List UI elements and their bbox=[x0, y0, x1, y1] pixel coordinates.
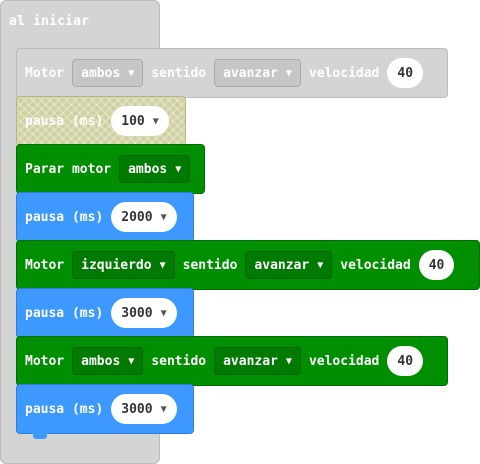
pause-block[interactable]: pausa (ms) 3000 ▼ bbox=[16, 288, 194, 343]
dropdown-value: avanzar bbox=[254, 257, 310, 273]
motor-direction-dropdown[interactable]: avanzar ▼ bbox=[214, 59, 301, 87]
caret-down-icon: ▼ bbox=[159, 259, 166, 271]
pause-block[interactable]: pausa (ms) 2000 ▼ bbox=[16, 192, 194, 247]
caret-down-icon: ▼ bbox=[160, 403, 167, 415]
pause-label: pausa (ms) bbox=[25, 401, 104, 417]
direction-label: sentido bbox=[182, 257, 238, 273]
motor-direction-dropdown[interactable]: avanzar ▼ bbox=[214, 347, 301, 375]
direction-label: sentido bbox=[151, 65, 207, 81]
stop-motor-label: Parar motor bbox=[25, 161, 112, 177]
direction-label: sentido bbox=[151, 353, 207, 369]
motor-block[interactable]: Motor izquierdo ▼ sentido avanzar ▼ velo… bbox=[16, 240, 480, 295]
dropdown-value: 3000 bbox=[121, 305, 153, 321]
motor-block-disabled[interactable]: Motor ambos ▼ sentido avanzar ▼ velocida… bbox=[16, 48, 448, 103]
caret-down-icon: ▼ bbox=[160, 211, 167, 223]
speed-label: velocidad bbox=[308, 65, 380, 81]
speed-input[interactable]: 40 bbox=[418, 250, 455, 280]
dropdown-value: avanzar bbox=[223, 65, 278, 81]
caret-down-icon: ▼ bbox=[285, 355, 292, 367]
caret-down-icon: ▼ bbox=[317, 259, 324, 271]
motor-label: Motor bbox=[25, 65, 65, 81]
motor-label: Motor bbox=[25, 257, 65, 273]
caret-down-icon: ▼ bbox=[175, 163, 182, 175]
pause-label: pausa (ms) bbox=[25, 113, 104, 129]
pause-block-selected[interactable]: pausa (ms) 100 ▼ bbox=[16, 96, 186, 146]
motor-side-dropdown[interactable]: izquierdo ▼ bbox=[72, 251, 175, 279]
caret-down-icon: ▼ bbox=[160, 307, 167, 319]
stop-side-dropdown[interactable]: ambos ▼ bbox=[119, 155, 191, 183]
motor-side-dropdown[interactable]: ambos ▼ bbox=[72, 59, 144, 87]
pause-value-dropdown[interactable]: 3000 ▼ bbox=[111, 394, 177, 424]
motor-label: Motor bbox=[25, 353, 65, 369]
event-title: al iniciar bbox=[9, 14, 90, 29]
speed-label: velocidad bbox=[308, 353, 380, 369]
speed-input[interactable]: 40 bbox=[387, 58, 424, 88]
dropdown-value: 2000 bbox=[121, 209, 153, 225]
caret-down-icon: ▼ bbox=[285, 67, 292, 79]
motor-direction-dropdown[interactable]: avanzar ▼ bbox=[245, 251, 333, 279]
motor-block[interactable]: Motor ambos ▼ sentido avanzar ▼ velocida… bbox=[16, 336, 448, 391]
dropdown-value: izquierdo bbox=[81, 257, 152, 273]
motor-side-dropdown[interactable]: ambos ▼ bbox=[72, 347, 144, 375]
pause-value-dropdown[interactable]: 3000 ▼ bbox=[111, 298, 177, 328]
caret-down-icon: ▼ bbox=[128, 355, 135, 367]
pause-value-dropdown[interactable]: 100 ▼ bbox=[111, 106, 169, 136]
pause-label: pausa (ms) bbox=[25, 209, 104, 225]
pause-value-dropdown[interactable]: 2000 ▼ bbox=[111, 202, 177, 232]
dropdown-value: 3000 bbox=[121, 401, 153, 417]
speed-label: velocidad bbox=[340, 257, 411, 273]
dropdown-value: 100 bbox=[121, 113, 145, 129]
caret-down-icon: ▼ bbox=[152, 115, 159, 127]
dropdown-value: ambos bbox=[81, 65, 121, 81]
pause-label: pausa (ms) bbox=[25, 305, 104, 321]
dropdown-value: avanzar bbox=[223, 353, 278, 369]
dropdown-value: ambos bbox=[128, 161, 168, 177]
speed-input[interactable]: 40 bbox=[387, 346, 424, 376]
block-notch bbox=[33, 433, 47, 439]
caret-down-icon: ▼ bbox=[128, 67, 135, 79]
stop-motor-block[interactable]: Parar motor ambos ▼ bbox=[16, 144, 205, 199]
pause-block[interactable]: pausa (ms) 3000 ▼ bbox=[16, 384, 194, 439]
dropdown-value: ambos bbox=[81, 353, 121, 369]
